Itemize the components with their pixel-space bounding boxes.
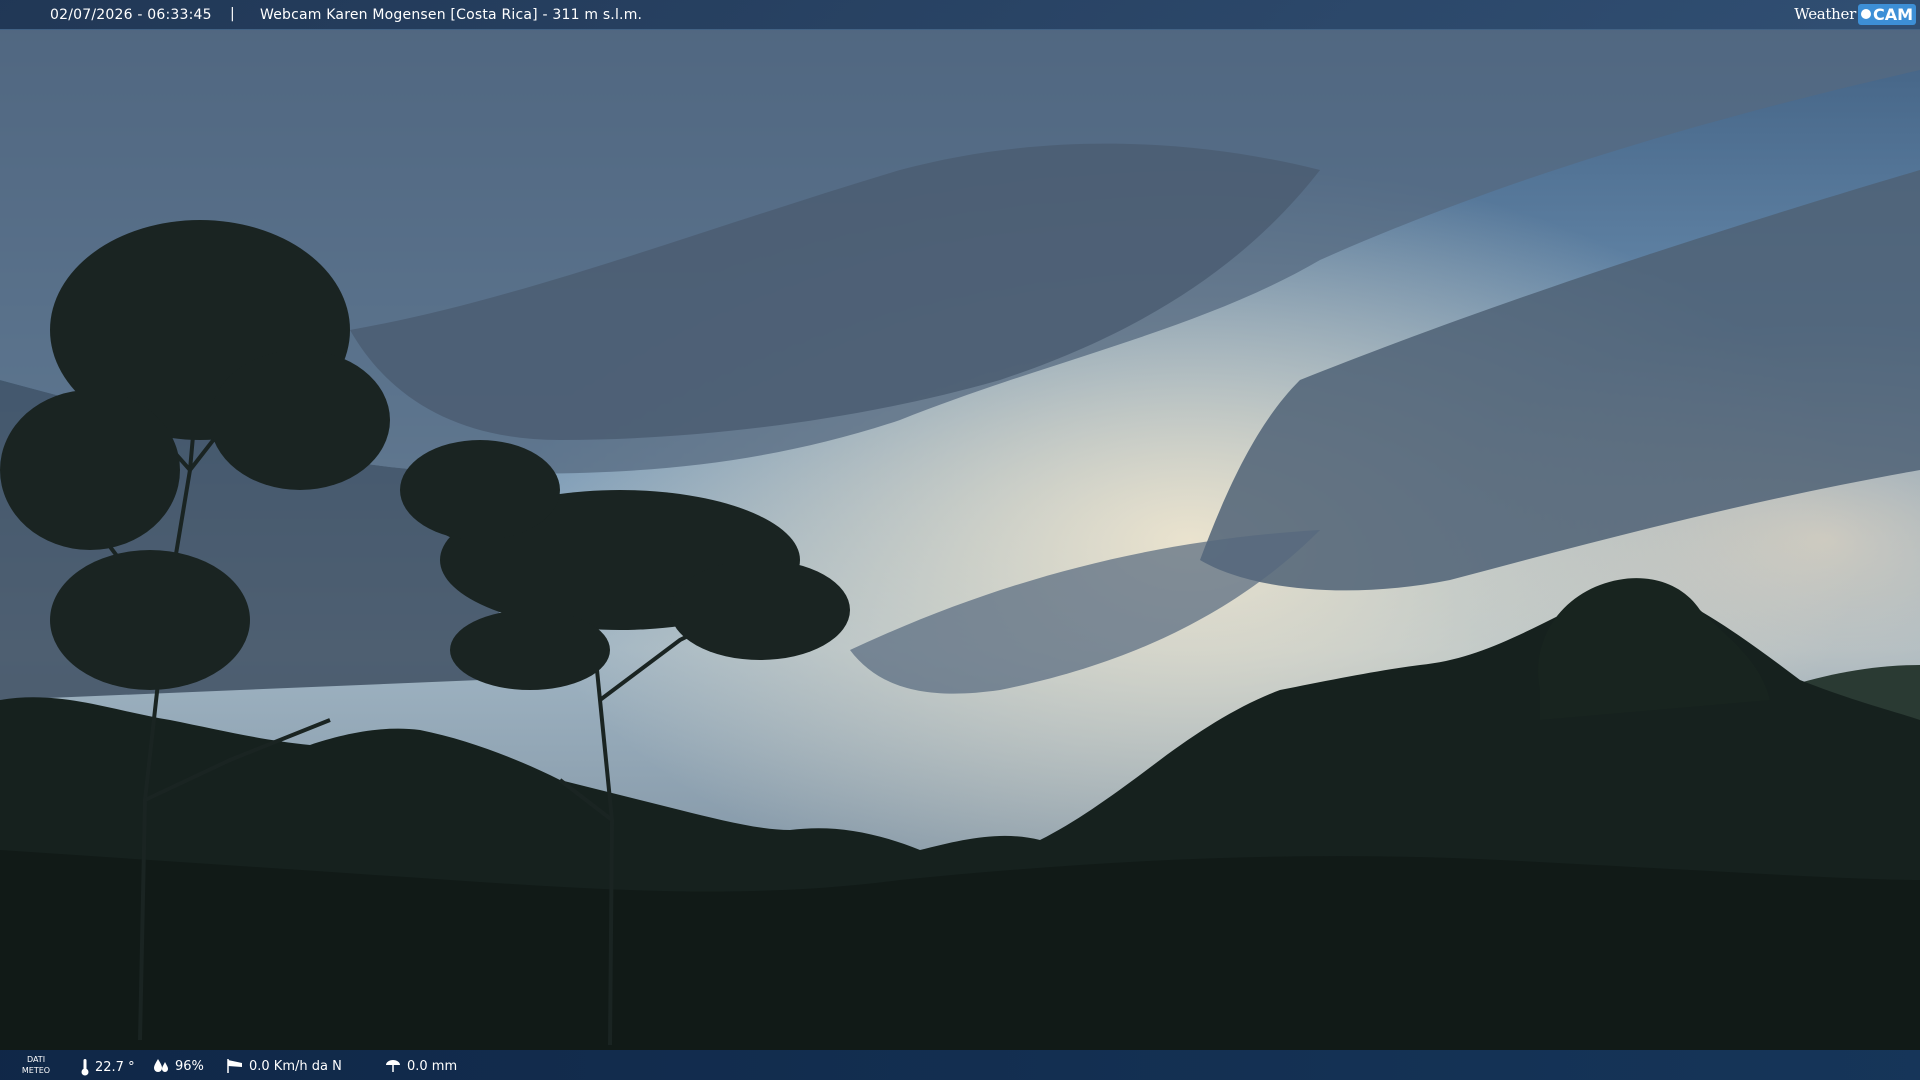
forest-canopy-foreground	[0, 850, 1920, 1080]
logo-dot-icon	[1860, 9, 1871, 19]
wind-reading: 0.0 Km/h da N	[226, 1058, 342, 1074]
logo-cam-badge: CAM	[1857, 3, 1916, 25]
wind-sock-icon	[227, 1059, 242, 1073]
timestamp: 02/07/2026 - 06:33:45	[50, 7, 212, 23]
logo-weather-text: Weather	[1794, 5, 1856, 23]
thermometer-icon	[81, 1059, 89, 1076]
rain-gauge-icon	[386, 1060, 400, 1072]
webcam-scene	[0, 0, 1920, 1080]
webcam-title: Webcam Karen Mogensen [Costa Rica] - 311…	[260, 7, 643, 23]
label-line-2: METEO	[21, 1066, 51, 1075]
header-bar: 02/07/2026 - 06:33:45 | Webcam Karen Mog…	[0, 0, 1920, 29]
wind-value: 0.0 Km/h da N	[249, 1058, 342, 1074]
humidity-drops-icon	[154, 1059, 168, 1072]
humidity-reading: 96%	[152, 1058, 204, 1074]
humidity-value: 96%	[175, 1058, 204, 1074]
header-separator: |	[230, 6, 235, 22]
rain-value: 0.0 mm	[407, 1058, 458, 1074]
temperature-value: 22.7 °	[95, 1059, 135, 1075]
logo-cam-text: CAM	[1872, 4, 1913, 24]
weather-data-label: DATI METEO	[16, 1054, 56, 1076]
temperature-reading: 22.7 °	[80, 1058, 135, 1076]
rain-reading: 0.0 mm	[384, 1058, 457, 1074]
weathercam-logo[interactable]: Weather CAM	[1794, 3, 1916, 25]
weather-data-bar: DATI METEO 22.7 ° 96% 0.0 Km/h da N 0.0 …	[0, 1050, 1920, 1080]
label-line-1: DATI	[26, 1055, 46, 1064]
